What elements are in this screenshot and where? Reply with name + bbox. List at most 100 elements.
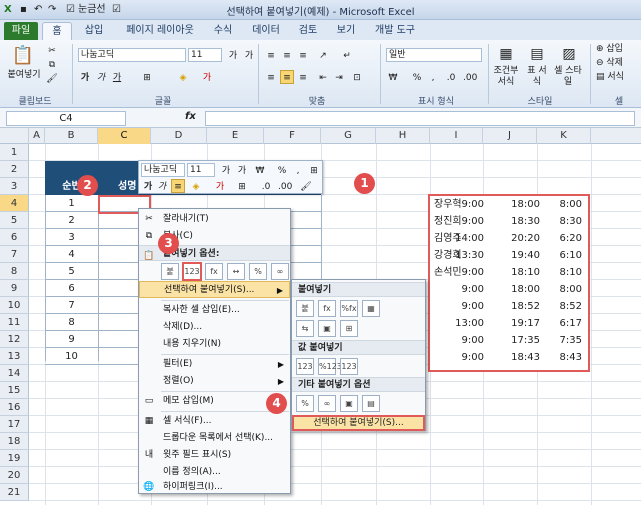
paste-icon[interactable]: 📋: [6, 44, 40, 68]
col-header-g[interactable]: G: [321, 128, 376, 144]
align-bottom-icon[interactable]: ≡: [296, 48, 310, 62]
sub-other-formatting[interactable]: %: [296, 395, 314, 412]
format-painter-icon[interactable]: 🖌: [46, 74, 58, 85]
font-size-combo[interactable]: 11: [188, 48, 222, 62]
paste-button[interactable]: 붙여넣기: [4, 70, 44, 81]
align-middle-icon[interactable]: ≡: [280, 48, 294, 62]
pasted-end-cell[interactable]: 18:43: [511, 349, 540, 366]
tab-data[interactable]: 데이터: [246, 22, 286, 40]
pasted-hours-cell[interactable]: 7:35: [560, 332, 582, 349]
pasted-hours-cell[interactable]: 8:10: [560, 264, 582, 281]
menu-item-hyperlink[interactable]: 🌐 하이퍼링크(I)...: [139, 481, 290, 493]
col-header-i[interactable]: I: [430, 128, 483, 144]
table-seq-cell[interactable]: 6: [45, 280, 98, 297]
mini-font-color-icon[interactable]: 가: [213, 179, 227, 193]
tab-review[interactable]: 검토: [292, 22, 324, 40]
mini-bold-icon[interactable]: 가: [141, 179, 155, 193]
mini-currency-icon[interactable]: ₩: [253, 163, 267, 177]
row-header-15[interactable]: 15: [0, 382, 29, 399]
pasted-end-cell[interactable]: 18:10: [511, 264, 540, 281]
font-name-combo[interactable]: 나눔고딕: [78, 48, 186, 62]
pasted-hours-cell[interactable]: 8:52: [560, 298, 582, 315]
pasted-start-cell[interactable]: 9:00: [462, 349, 484, 366]
tab-page-layout[interactable]: 페이지 레이아웃: [118, 22, 202, 40]
row-header-6[interactable]: 6: [0, 229, 29, 246]
col-header-a[interactable]: A: [29, 128, 45, 144]
col-header-k[interactable]: K: [537, 128, 591, 144]
menu-item-filter[interactable]: 필터(E) ▶: [139, 356, 290, 373]
sub-paste-transpose[interactable]: ⊞: [340, 320, 358, 337]
name-box[interactable]: C4: [6, 111, 126, 126]
row-header-14[interactable]: 14: [0, 365, 29, 382]
pasted-start-cell[interactable]: 14:00: [455, 230, 484, 247]
sub-values-source-format[interactable]: 123: [340, 358, 358, 375]
menu-item-dropdown[interactable]: 드롭다운 목록에서 선택(K)...: [139, 430, 290, 447]
mini-grow-font-icon[interactable]: 가: [219, 163, 233, 177]
tab-file[interactable]: 파일: [4, 22, 38, 40]
tab-insert[interactable]: 삽입: [76, 22, 112, 40]
decrease-indent-icon[interactable]: ⇤: [316, 70, 330, 84]
merge-icon[interactable]: ⊡: [350, 70, 364, 84]
row-header-8[interactable]: 8: [0, 263, 29, 280]
tab-view[interactable]: 보기: [330, 22, 362, 40]
sub-paste-all[interactable]: 붙: [296, 300, 314, 317]
pasted-start-cell[interactable]: 9:00: [462, 264, 484, 281]
mini-align-center-icon[interactable]: ≡: [171, 179, 185, 193]
pasted-end-cell[interactable]: 19:17: [511, 315, 540, 332]
mini-fill-color-icon[interactable]: ◈: [189, 179, 203, 193]
paste-option-values[interactable]: 123: [182, 262, 202, 281]
paste-option-transpose[interactable]: ↔: [227, 263, 245, 280]
table-seq-cell[interactable]: 5: [45, 263, 98, 280]
pasted-start-cell[interactable]: 13:00: [455, 315, 484, 332]
table-seq-cell[interactable]: 4: [45, 246, 98, 263]
pasted-start-cell[interactable]: 9:00: [462, 196, 484, 213]
mini-format-painter-icon[interactable]: 🖌: [299, 179, 313, 193]
mini-shrink-font-icon[interactable]: 가: [235, 163, 249, 177]
menu-item-paste-special[interactable]: 선택하여 붙여넣기(S)... ▶: [139, 281, 290, 298]
sub-paste-formulas[interactable]: fx: [318, 300, 336, 317]
pasted-name-cell[interactable]: 손석민: [434, 264, 462, 281]
table-seq-cell[interactable]: 7: [45, 297, 98, 314]
sub-other-picture[interactable]: ▣: [340, 395, 358, 412]
pasted-name-cell[interactable]: 장우혁: [434, 196, 462, 213]
increase-indent-icon[interactable]: ⇥: [332, 70, 346, 84]
align-left-icon[interactable]: ≡: [264, 70, 278, 84]
paste-option-formatting[interactable]: %: [249, 263, 267, 280]
insert-function-icon[interactable]: fx: [185, 111, 196, 122]
menu-item-delete[interactable]: 삭제(D)...: [139, 319, 290, 336]
number-format-combo[interactable]: 일반: [386, 48, 482, 62]
pasted-hours-cell[interactable]: 6:10: [560, 247, 582, 264]
row-header-4[interactable]: 4: [0, 195, 29, 212]
mini-italic-icon[interactable]: 가: [155, 179, 169, 193]
pasted-name-cell[interactable]: 정진희: [434, 213, 462, 230]
row-header-7[interactable]: 7: [0, 246, 29, 263]
wrap-text-icon[interactable]: ↵: [340, 48, 354, 62]
row-header-3[interactable]: 3: [0, 178, 29, 195]
pasted-start-cell[interactable]: 9:00: [462, 332, 484, 349]
row-header-12[interactable]: 12: [0, 331, 29, 348]
sub-values-number-format[interactable]: %123: [318, 358, 342, 375]
menu-item-define-name[interactable]: 이름 정의(A)...: [139, 464, 290, 481]
col-header-d[interactable]: D: [151, 128, 207, 144]
col-header-h[interactable]: H: [376, 128, 430, 144]
table-seq-cell[interactable]: 10: [45, 348, 98, 365]
row-header-16[interactable]: 16: [0, 399, 29, 416]
col-header-f[interactable]: F: [264, 128, 321, 144]
shrink-font-icon[interactable]: 가: [242, 48, 256, 62]
pasted-hours-cell[interactable]: 8:43: [560, 349, 582, 366]
sub-other-linked-picture[interactable]: ▤: [362, 395, 380, 412]
cut-icon[interactable]: ✂: [46, 46, 58, 57]
pasted-start-cell[interactable]: 9:00: [462, 281, 484, 298]
pasted-end-cell[interactable]: 17:35: [511, 332, 540, 349]
increase-decimal-icon[interactable]: .0: [444, 70, 458, 84]
copy-icon[interactable]: ⧉: [46, 60, 58, 71]
fill-color-icon[interactable]: ◈: [176, 70, 190, 84]
mini-merge-icon[interactable]: ⊞: [307, 163, 321, 177]
table-format-button[interactable]: 표 서식: [524, 66, 550, 88]
format-cells-button[interactable]: ▤ 서식: [596, 72, 638, 83]
paste-option-link[interactable]: ∞: [271, 263, 289, 280]
cell-style-button[interactable]: 셀 스타일: [552, 66, 584, 88]
row-header-18[interactable]: 18: [0, 433, 29, 450]
align-top-icon[interactable]: ≡: [264, 48, 278, 62]
menu-item-clear[interactable]: 내용 지우기(N): [139, 336, 290, 353]
